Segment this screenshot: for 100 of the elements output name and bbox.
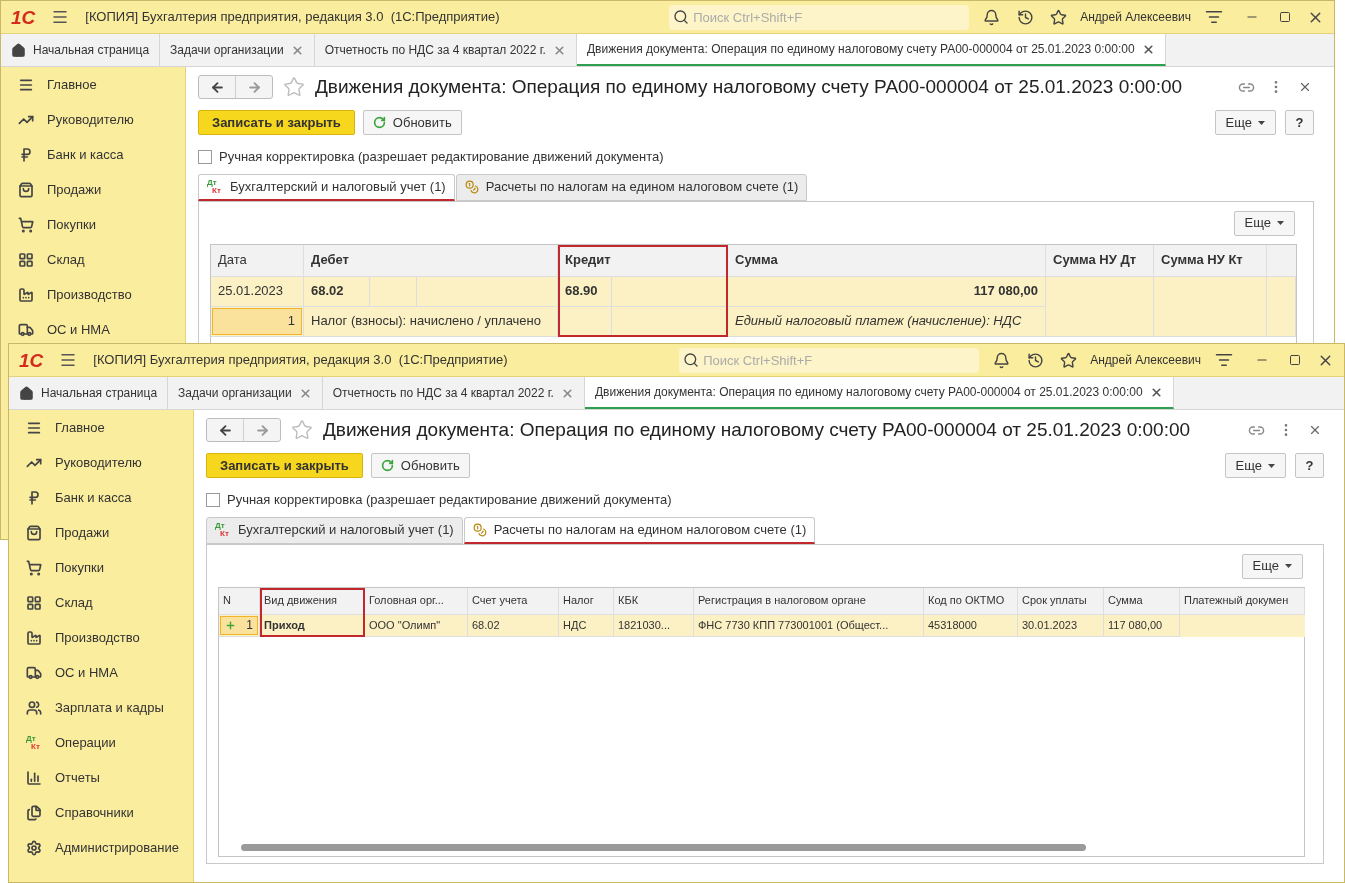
bar-chart-icon	[26, 769, 42, 786]
document-tab[interactable]: Расчеты по налогам на едином налоговом счете (1)	[455, 173, 808, 201]
close-icon[interactable]	[1141, 42, 1155, 56]
more-button[interactable]: Еще	[1224, 453, 1286, 478]
document-tab[interactable]: Дт Кт Бухгалтерский и налоговый учет (1)	[206, 516, 463, 544]
truck-icon	[26, 664, 42, 681]
sidebar-item[interactable]: Производство	[1, 277, 185, 312]
column-header[interactable]: Код по ОКТМО	[924, 587, 1018, 615]
help-button[interactable]: ?	[1285, 110, 1314, 135]
window-title: [КОПИЯ] Бухгалтерия предприятия, редакция 3.0 (1С:Предприятие)	[85, 8, 500, 27]
column-header[interactable]: Сумма НУ Кт	[1154, 244, 1267, 277]
column-header[interactable]: Счет учета	[468, 587, 559, 615]
favorite-star-icon[interactable]	[283, 76, 305, 98]
sidebar-item[interactable]: Банк и касса	[9, 480, 193, 515]
menu-icon[interactable]	[59, 351, 78, 369]
column-header[interactable]: КБК	[614, 587, 694, 615]
more-button[interactable]: Еще	[1241, 553, 1303, 579]
search-field[interactable]: Поиск Ctrl+Shift+F	[669, 4, 970, 30]
column-header[interactable]: N	[219, 587, 260, 615]
sidebar-item[interactable]: Руководителю	[1, 102, 185, 137]
more-button[interactable]: Еще	[1214, 110, 1276, 135]
sidebar-item[interactable]: Главное	[9, 410, 193, 445]
table-cell: 117 080,00	[1104, 614, 1180, 637]
sidebar-item[interactable]: Продажи	[1, 172, 185, 207]
debit-credit-icon: Дт Кт	[26, 734, 42, 751]
sidebar-item[interactable]: Банк и касса	[1, 137, 185, 172]
maximize-icon[interactable]	[1279, 11, 1291, 23]
bell-icon[interactable]	[983, 8, 1001, 26]
sidebar-item[interactable]: Продажи	[9, 515, 193, 550]
sidebar-item[interactable]: ОС и НМА	[9, 655, 193, 690]
close-icon[interactable]	[1298, 80, 1312, 94]
sidebar-item[interactable]: Склад	[9, 585, 193, 620]
user-name[interactable]: Андрей Алексеевич	[1090, 351, 1201, 369]
manual-edit-checkbox[interactable]: Ручная корректировка (разрешает редактирование движений документа)	[206, 490, 1324, 510]
sidebar-item[interactable]: Зарплата и кадры	[9, 690, 193, 725]
history-icon[interactable]	[1027, 351, 1045, 369]
column-header[interactable]: Срок уплаты	[1018, 587, 1104, 615]
star-icon[interactable]	[1060, 351, 1078, 369]
column-header[interactable]: Платежный докумен	[1180, 587, 1305, 615]
maximize-icon[interactable]	[1289, 354, 1301, 366]
settings-icon	[26, 839, 42, 856]
sidebar-item[interactable]: Дт Кт Операции	[9, 725, 193, 760]
column-header[interactable]: Дата	[211, 244, 304, 277]
sidebar-item[interactable]: Покупки	[9, 550, 193, 585]
page-tab[interactable]: Движения документа: Операция по единому налоговому счету РА00-000004 от 25.01.2023 0:00:00	[584, 377, 1174, 409]
column-header[interactable]: Налог	[559, 587, 614, 615]
sidebar-item[interactable]: Склад	[1, 242, 185, 277]
user-name[interactable]: Андрей Алексеевич	[1080, 8, 1191, 26]
sidebar-item[interactable]: Руководителю	[9, 445, 193, 480]
document-tab[interactable]: Дт Кт Бухгалтерский и налоговый учет (1)	[198, 173, 455, 201]
close-icon[interactable]	[1149, 385, 1163, 399]
sidebar-item[interactable]: Администрирование	[9, 830, 193, 865]
sidebar-item[interactable]: Справочники	[9, 795, 193, 830]
favorite-star-icon[interactable]	[291, 419, 313, 441]
home-icon	[19, 385, 34, 401]
column-header[interactable]: Сумма	[1104, 587, 1180, 615]
column-header[interactable]: Кредит	[558, 244, 728, 277]
refresh-button[interactable]: Обновить	[362, 110, 462, 135]
sidebar-item[interactable]: Отчеты	[9, 760, 193, 795]
refresh-button[interactable]: Обновить	[370, 453, 470, 478]
sidebar-item[interactable]: Покупки	[1, 207, 185, 242]
bell-icon[interactable]	[993, 351, 1011, 369]
empty-cell	[370, 276, 417, 307]
column-header[interactable]: Сумма НУ Дт	[1046, 244, 1154, 277]
sidebar-item[interactable]: Главное	[1, 67, 185, 102]
scroll-thumb[interactable]	[241, 843, 1086, 851]
save-and-close-button[interactable]: Записать и закрыть	[198, 110, 355, 135]
bag-icon	[26, 524, 42, 541]
plus-icon	[225, 619, 236, 631]
menu-icon[interactable]	[51, 8, 70, 26]
history-icon[interactable]	[1017, 8, 1035, 26]
page-tab[interactable]: Движения документа: Операция по единому налоговому счету РА00-000004 от 25.01.2023 0:00:00	[576, 34, 1166, 66]
refresh-icon	[372, 116, 386, 129]
right-arrow-icon	[254, 422, 270, 438]
table-cell: 45318000	[924, 614, 1018, 637]
filter-lines-icon[interactable]	[1215, 351, 1233, 369]
filter-lines-icon[interactable]	[1205, 8, 1223, 26]
sidebar-item[interactable]: Производство	[9, 620, 193, 655]
document-title: Движения документа: Операция по единому налоговому счету РА00-000004 от 25.01.2023 0:00:00	[315, 74, 1183, 99]
table-cell: НДС	[559, 614, 614, 637]
caret-icon	[1258, 120, 1265, 125]
more-button[interactable]: Еще	[1233, 210, 1295, 236]
sidebar-item[interactable]: ОС и НМА	[1, 312, 185, 347]
home-icon	[11, 42, 26, 58]
document-tab[interactable]: Расчеты по налогам на едином налоговом счете (1)	[463, 516, 816, 544]
close-icon[interactable]	[1308, 423, 1322, 437]
row-number-cell[interactable]: 1	[212, 307, 302, 335]
coins-icon	[472, 522, 487, 537]
grid-icon	[18, 251, 34, 268]
column-header[interactable]: Сумма	[728, 244, 1046, 277]
manual-edit-checkbox[interactable]: Ручная корректировка (разрешает редактирование движений документа)	[198, 147, 1314, 167]
help-button[interactable]: ?	[1295, 453, 1324, 478]
search-field[interactable]: Поиск Ctrl+Shift+F	[679, 347, 980, 373]
column-header[interactable]: Регистрация в налоговом органе	[694, 587, 924, 615]
column-header[interactable]: Головная орг...	[365, 587, 468, 615]
column-header[interactable]: Дебет	[304, 244, 558, 277]
star-icon[interactable]	[1050, 8, 1068, 26]
files-icon	[26, 804, 42, 821]
save-and-close-button[interactable]: Записать и закрыть	[206, 453, 363, 478]
table-cell: 25.01.2023	[211, 276, 304, 307]
